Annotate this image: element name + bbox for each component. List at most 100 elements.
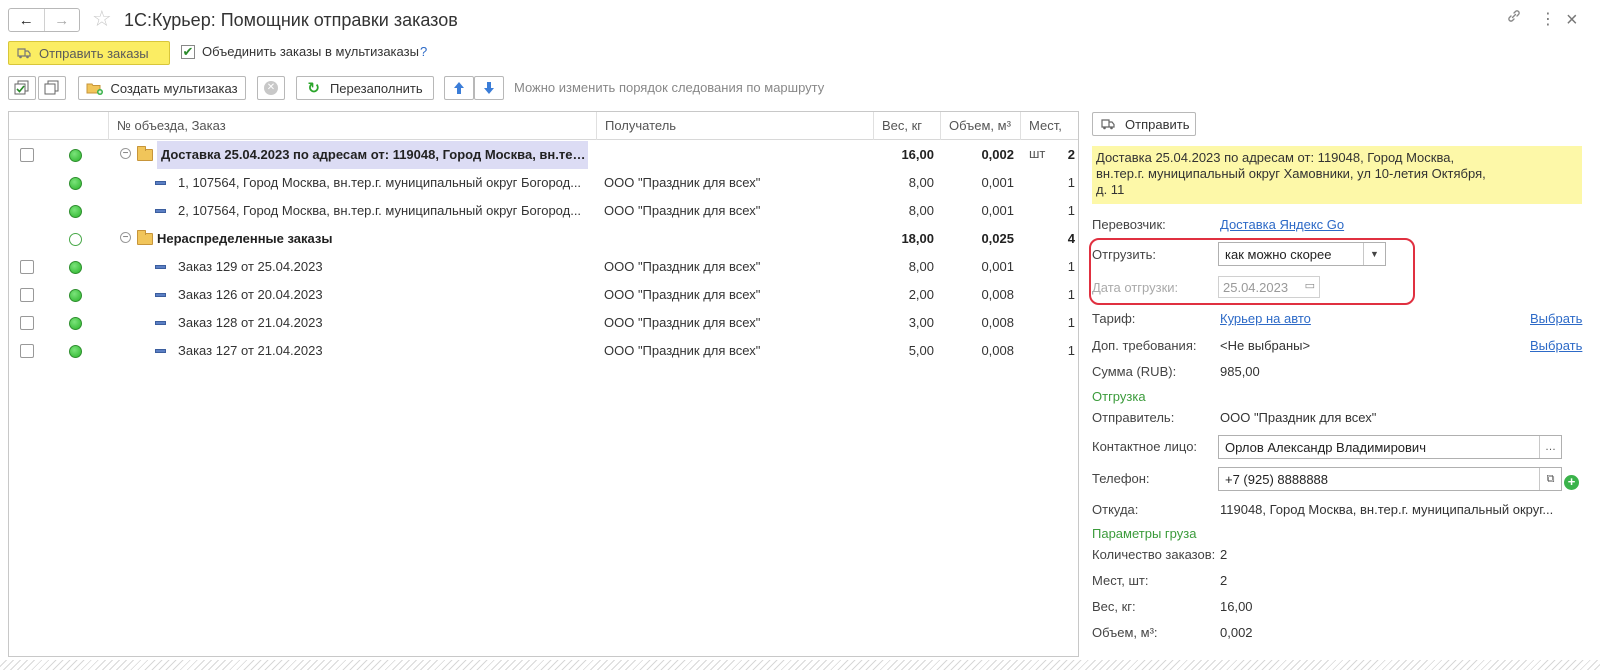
volume-cell: 0,001 [981, 175, 1014, 190]
section-cargo: Параметры груза [1092, 526, 1197, 541]
collapse-icon[interactable]: − [120, 148, 131, 159]
send-orders-button[interactable]: Отправить заказы [8, 41, 170, 65]
back-arrow-icon[interactable]: ← [9, 9, 45, 31]
weight-cell: 5,00 [908, 343, 934, 358]
phone-value: +7 (925) 8888888 [1225, 472, 1329, 487]
weight-cell: 8,00 [908, 175, 934, 190]
window-title: 1С:Курьер: Помощник отправки заказов [124, 10, 458, 30]
refresh-icon: ↻ [307, 80, 320, 97]
delivery-note-line: Доставка 25.04.2023 по адресам от: 11904… [1096, 150, 1455, 165]
table-row[interactable]: Заказ 128 от 21.04.2023 ООО "Праздник для… [9, 309, 1078, 337]
order-name: Нераспределенные заказы [157, 231, 333, 246]
order-icon [155, 293, 166, 297]
weight-cell: 8,00 [908, 203, 934, 218]
volume-cell: 0,001 [981, 203, 1014, 218]
open-icon[interactable]: ⧉ [1539, 468, 1561, 490]
more-menu-icon[interactable]: ⋮ [1540, 8, 1556, 32]
send-icon [1101, 119, 1115, 130]
volume-cell: 0,001 [981, 259, 1014, 274]
ship-when-value: как можно скорее [1225, 247, 1332, 262]
volume-cell: 0,008 [981, 343, 1014, 358]
help-link[interactable]: ? [420, 44, 427, 59]
send-orders-label: Отправить заказы [39, 45, 149, 61]
table-row[interactable]: Заказ 126 от 20.04.2023 ООО "Праздник для… [9, 281, 1078, 309]
tariff-choose-link[interactable]: Выбрать [1530, 311, 1582, 326]
cancel-button[interactable]: ✕ [257, 76, 285, 100]
row-checkbox[interactable] [20, 260, 34, 274]
create-multiorder-button[interactable]: Создать мультизаказ [78, 76, 246, 100]
column-header-weight[interactable]: Вес, кг [873, 112, 940, 140]
extra-choose-link[interactable]: Выбрать [1530, 338, 1582, 353]
table-row[interactable]: Заказ 127 от 21.04.2023 ООО "Праздник для… [9, 337, 1078, 365]
ship-date-label: Дата отгрузки: [1092, 280, 1179, 295]
contact-field[interactable]: Орлов Александр Владимирович … [1218, 435, 1562, 459]
row-checkbox[interactable] [20, 316, 34, 330]
recipient-cell: ООО "Праздник для всех" [604, 315, 761, 330]
column-header-order[interactable]: № объезда, Заказ [108, 112, 596, 140]
tariff-link[interactable]: Курьер на авто [1220, 311, 1311, 326]
orders-table[interactable]: № объезда, Заказ Получатель Вес, кг Объе… [8, 111, 1079, 657]
table-row[interactable]: 2, 107564, Город Москва, вн.тер.г. муниц… [9, 197, 1078, 225]
status-dot-icon [69, 345, 82, 358]
carrier-label: Перевозчик: [1092, 217, 1166, 232]
order-name: Заказ 126 от 20.04.2023 [178, 287, 323, 302]
uncheck-all-button[interactable] [38, 76, 66, 100]
check-all-icon [14, 80, 29, 95]
row-checkbox[interactable] [20, 344, 34, 358]
orders-count-value: 2 [1220, 547, 1228, 562]
weight-cell: 3,00 [908, 315, 934, 330]
move-down-button[interactable] [474, 76, 504, 100]
column-header-volume[interactable]: Объем, м³ [940, 112, 1020, 140]
uncheck-all-icon [44, 80, 59, 95]
volume-value: 0,002 [1220, 625, 1253, 640]
tariff-label: Тариф: [1092, 311, 1136, 326]
phone-label: Телефон: [1092, 471, 1150, 486]
calendar-icon[interactable]: ▭ [1305, 279, 1315, 292]
ellipsis-icon[interactable]: … [1539, 436, 1561, 458]
collapse-icon[interactable]: − [120, 232, 131, 243]
table-row[interactable]: Заказ 129 от 25.04.2023 ООО "Праздник для… [9, 253, 1078, 281]
table-header: № объезда, Заказ Получатель Вес, кг Объе… [9, 112, 1080, 161]
order-name: Доставка 25.04.2023 по адресам от: 11904… [157, 141, 588, 169]
link-icon-svg [1508, 10, 1520, 22]
column-header-places[interactable]: Мест, шт [1020, 112, 1080, 161]
recipient-cell: ООО "Праздник для всех" [604, 287, 761, 302]
volume-cell: 0,025 [981, 231, 1014, 246]
orders-count-label: Количество заказов: [1092, 547, 1216, 562]
places-cell: 2 [1067, 147, 1075, 162]
close-icon[interactable]: × [1566, 8, 1578, 32]
places-cell: 1 [1067, 203, 1075, 218]
move-up-button[interactable] [444, 76, 474, 100]
row-checkbox[interactable] [20, 288, 34, 302]
ship-when-select[interactable]: как можно скорее ▼ [1218, 242, 1386, 266]
table-row[interactable]: 1, 107564, Город Москва, вн.тер.г. муниц… [9, 169, 1078, 197]
merge-orders-checkbox[interactable]: ✔ [181, 44, 195, 59]
check-all-button[interactable] [8, 76, 36, 100]
contact-value: Орлов Александр Владимирович [1225, 440, 1426, 455]
forward-arrow-icon[interactable]: → [45, 9, 80, 31]
status-dot-icon [69, 289, 82, 302]
table-group-row[interactable]: − Доставка 25.04.2023 по адресам от: 1190… [9, 141, 1078, 169]
phone-field[interactable]: +7 (925) 8888888 ⧉ [1218, 467, 1562, 491]
dropdown-arrow-icon[interactable]: ▼ [1363, 243, 1385, 265]
favorite-star-icon[interactable]: ☆ [92, 6, 112, 32]
folder-icon [137, 146, 153, 161]
order-name: Заказ 129 от 25.04.2023 [178, 259, 323, 274]
row-checkbox[interactable] [20, 148, 34, 162]
recipient-cell [604, 225, 869, 253]
folder-add-icon [86, 83, 104, 95]
places-label: Мест, шт: [1092, 573, 1149, 588]
refill-button[interactable]: ↻ Перезаполнить [296, 76, 434, 100]
weight-label: Вес, кг: [1092, 599, 1136, 614]
places-cell: 1 [1067, 287, 1075, 302]
ship-date-field[interactable]: 25.04.2023 ▭ [1218, 276, 1320, 298]
link-icon[interactable] [1506, 8, 1522, 32]
send-button[interactable]: Отправить [1092, 112, 1196, 136]
merge-orders-label[interactable]: Объединить заказы в мультизаказы [202, 44, 419, 59]
history-nav: ← → [8, 8, 80, 32]
column-header-recipient[interactable]: Получатель [596, 112, 873, 140]
table-group-row[interactable]: − Нераспределенные заказы 18,00 0,025 4 [9, 225, 1078, 253]
status-dot-icon [69, 205, 82, 218]
add-phone-icon[interactable]: + [1564, 475, 1579, 490]
carrier-link[interactable]: Доставка Яндекс Go [1220, 217, 1344, 232]
